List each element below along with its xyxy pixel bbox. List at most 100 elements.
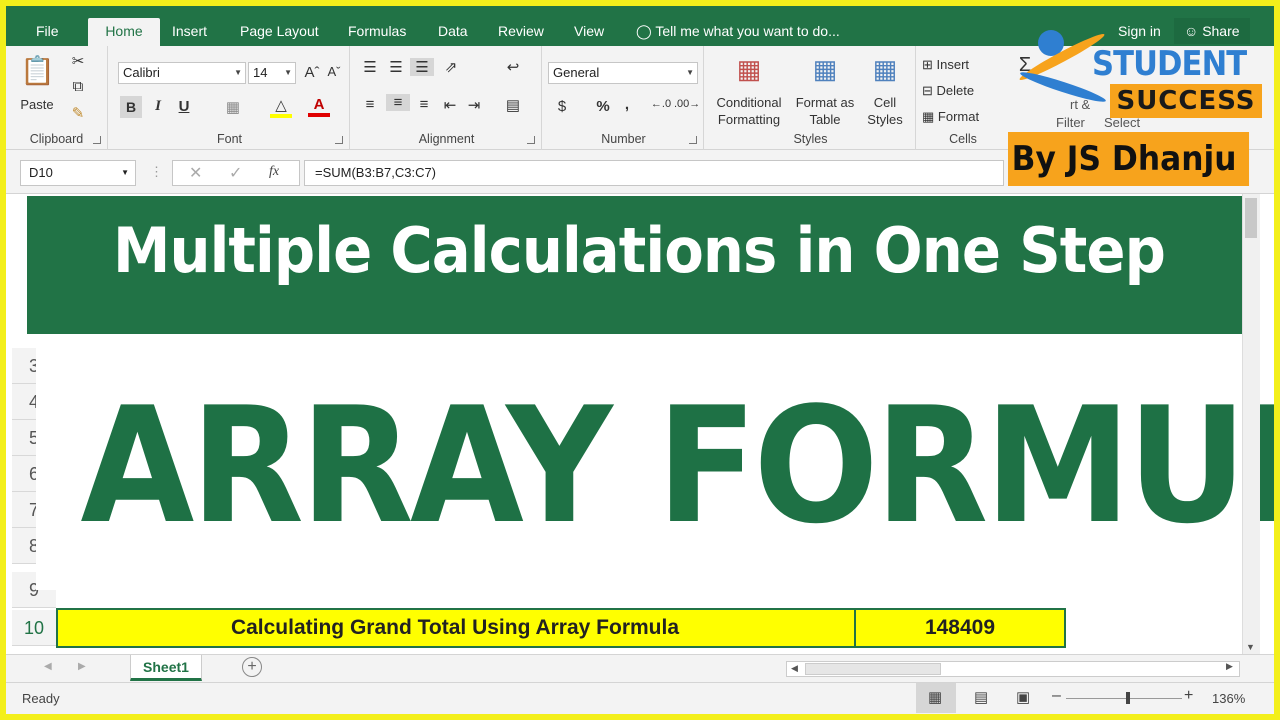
tab-insert[interactable]: Insert xyxy=(164,18,215,46)
insert-function-icon[interactable]: fx xyxy=(269,164,279,180)
align-right-icon[interactable]: ≡ xyxy=(414,96,434,113)
row-header[interactable]: 10 xyxy=(12,610,56,646)
status-text: Ready xyxy=(22,691,60,706)
add-sheet-icon[interactable]: + xyxy=(242,657,262,677)
clipboard-label: Clipboard xyxy=(29,132,84,146)
align-top-icon[interactable]: ☰ xyxy=(360,58,380,76)
align-bottom-icon[interactable]: ☰ xyxy=(410,58,434,76)
zoom-slider[interactable] xyxy=(1066,698,1182,699)
grand-total-label[interactable]: Calculating Grand Total Using Array Form… xyxy=(58,610,852,646)
horizontal-scrollbar[interactable]: ◀ xyxy=(786,661,1240,677)
delete-cells-button[interactable]: ⊟ Delete xyxy=(922,82,974,99)
font-color-icon[interactable]: A xyxy=(308,96,330,117)
name-box[interactable]: D10 ▼ xyxy=(20,160,136,186)
zoom-level[interactable]: 136% xyxy=(1212,691,1245,706)
enter-icon[interactable]: ✓ xyxy=(229,163,242,183)
copy-icon[interactable]: ⧉ xyxy=(68,78,88,95)
tab-view[interactable]: View xyxy=(566,18,612,46)
comma-button[interactable]: , xyxy=(620,96,634,113)
scroll-down-icon[interactable]: ▼ xyxy=(1246,642,1255,652)
cs-line2: Styles xyxy=(867,112,903,127)
page-break-view-icon[interactable]: ▣ xyxy=(1016,688,1030,706)
student-success-logo: STUDENT SUCCESS By JS Dhanju xyxy=(996,24,1266,196)
tab-data[interactable]: Data xyxy=(430,18,476,46)
cell-styles-button[interactable]: Cell Styles xyxy=(862,94,908,128)
font-label: Font xyxy=(216,132,242,146)
cut-icon[interactable]: ✂ xyxy=(68,52,88,70)
font-size-value: 14 xyxy=(253,65,268,80)
conditional-formatting-button[interactable]: Conditional Formatting xyxy=(712,94,786,128)
lightbulb-icon: ◯ xyxy=(636,23,652,39)
percent-button[interactable]: % xyxy=(594,98,612,115)
cells-group: ⊞ Insert ⊟ Delete ▦ Format Cells xyxy=(918,46,1008,150)
format-as-table-icon[interactable]: ▦ xyxy=(808,54,842,85)
bold-button[interactable]: B xyxy=(120,96,142,118)
hscroll-thumb[interactable] xyxy=(805,663,941,675)
align-left-icon[interactable]: ≡ xyxy=(360,96,380,113)
underline-button[interactable]: U xyxy=(174,98,194,115)
font-group: Calibri ▼ 14 ▼ Aˆ Aˇ B I U ▦ △ A Font xyxy=(110,46,350,150)
shrink-font-icon[interactable]: Aˇ xyxy=(324,64,344,79)
scroll-thumb[interactable] xyxy=(1245,198,1257,238)
increase-indent-icon[interactable]: ⇥ xyxy=(464,96,484,114)
clipboard-launcher-icon[interactable] xyxy=(93,136,101,144)
number-format-value: General xyxy=(553,65,600,80)
scroll-left-icon[interactable]: ◀ xyxy=(44,661,52,672)
currency-button[interactable]: $ xyxy=(554,98,570,115)
tab-page-layout[interactable]: Page Layout xyxy=(232,18,327,46)
decrease-decimal-icon[interactable]: .00→ xyxy=(674,98,700,110)
normal-view-icon[interactable]: ▦ xyxy=(928,688,942,706)
formula-input[interactable]: =SUM(B3:B7,C3:C7) xyxy=(304,160,1004,186)
paste-icon[interactable]: 📋 xyxy=(20,54,55,88)
page-layout-view-icon[interactable]: ▤ xyxy=(974,688,988,706)
zoom-in-icon[interactable]: + xyxy=(1184,687,1193,705)
insert-cells-button[interactable]: ⊞ Insert xyxy=(922,56,969,73)
format-painter-icon[interactable]: ✎ xyxy=(68,104,88,122)
styles-label: Styles xyxy=(793,132,828,146)
increase-decimal-icon[interactable]: ←.0 xyxy=(650,98,672,110)
align-center-icon[interactable]: ≡ xyxy=(386,94,410,111)
fill-color-icon[interactable]: △ xyxy=(270,96,292,118)
grow-font-icon[interactable]: Aˆ xyxy=(302,64,322,81)
sheet-tab-bar: ◀ ▶ Sheet1 + ◀ ▶ xyxy=(6,654,1274,682)
zoom-out-icon[interactable]: – xyxy=(1052,687,1061,705)
tab-file[interactable]: File xyxy=(28,18,67,46)
format-label: Format xyxy=(937,109,980,124)
font-name-select[interactable]: Calibri ▼ xyxy=(118,62,246,84)
scroll-right-icon[interactable]: ▶ xyxy=(78,661,86,672)
orientation-icon[interactable]: ⇗ xyxy=(440,58,462,76)
align-middle-icon[interactable]: ☰ xyxy=(386,58,406,76)
cs-line1: Cell xyxy=(873,95,897,110)
italic-button[interactable]: I xyxy=(148,98,168,115)
borders-icon[interactable]: ▦ xyxy=(222,98,244,116)
tab-review[interactable]: Review xyxy=(490,18,552,46)
hscroll-right-icon[interactable]: ▶ xyxy=(1226,661,1233,672)
banner-title: Multiple Calculations in One Step xyxy=(113,214,1166,287)
cancel-icon[interactable]: ✕ xyxy=(189,163,202,183)
font-size-select[interactable]: 14 ▼ xyxy=(248,62,296,84)
decrease-indent-icon[interactable]: ⇤ xyxy=(440,96,460,114)
grand-total-cell[interactable]: 148409 xyxy=(854,608,1066,648)
zoom-slider-thumb[interactable] xyxy=(1126,692,1130,704)
tell-me-box[interactable]: ◯ Tell me what you want to do... xyxy=(636,18,840,44)
conditional-formatting-icon[interactable]: ▦ xyxy=(732,54,766,85)
format-as-table-button[interactable]: Format as Table xyxy=(792,94,858,128)
alignment-launcher-icon[interactable] xyxy=(527,136,535,144)
wrap-text-icon[interactable]: ↩ xyxy=(502,58,524,76)
tab-formulas[interactable]: Formulas xyxy=(340,18,414,46)
tab-home[interactable]: Home xyxy=(88,18,160,46)
cf-line2: Formatting xyxy=(717,112,781,127)
sheet-tab-sheet1[interactable]: Sheet1 xyxy=(130,655,202,681)
number-launcher-icon[interactable] xyxy=(689,136,697,144)
cell-styles-icon[interactable]: ▦ xyxy=(868,54,902,85)
insert-icon: ⊞ xyxy=(922,57,933,72)
vertical-scrollbar[interactable]: ▼ xyxy=(1242,194,1260,654)
merge-center-icon[interactable]: ▤ xyxy=(502,96,524,114)
format-cells-button[interactable]: ▦ Format xyxy=(922,108,979,125)
font-launcher-icon[interactable] xyxy=(335,136,343,144)
chevron-down-icon: ▼ xyxy=(121,168,129,177)
status-bar: Ready ▦ ▤ ▣ – + 136% xyxy=(6,682,1274,714)
hscroll-left-icon[interactable]: ◀ xyxy=(791,663,798,674)
number-format-select[interactable]: General ▼ xyxy=(548,62,698,84)
paste-button[interactable]: Paste xyxy=(20,96,54,113)
